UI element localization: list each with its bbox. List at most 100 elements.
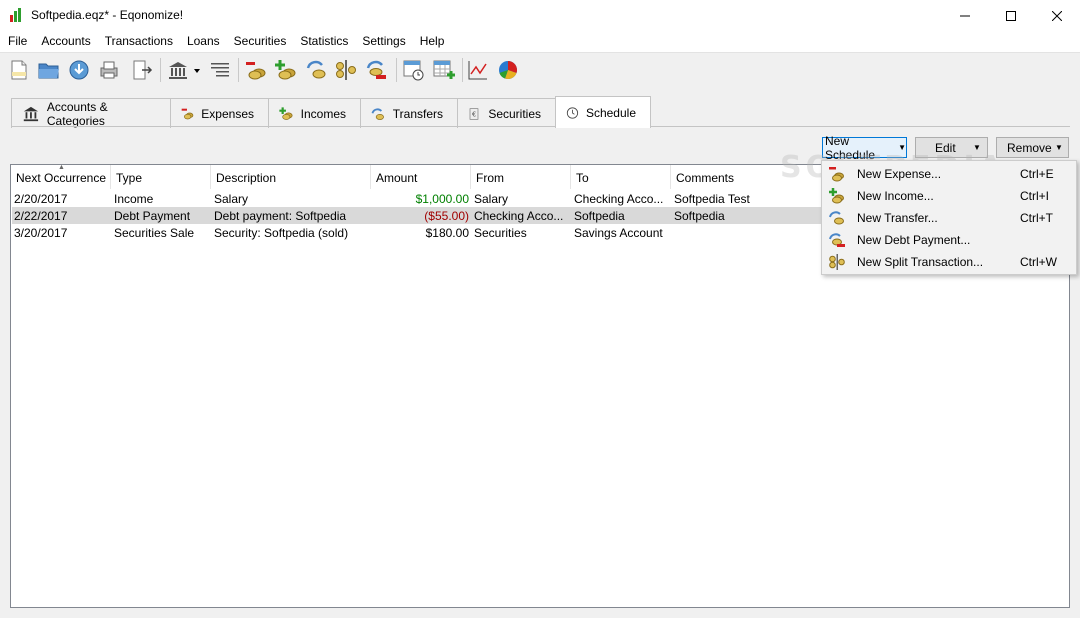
tab-divider xyxy=(11,126,1070,127)
menu-item-shortcut: Ctrl+I xyxy=(1020,189,1050,203)
split-transaction-icon xyxy=(829,254,845,270)
menu-item-new-income[interactable]: New Income... Ctrl+I xyxy=(823,185,1075,207)
bank-icon xyxy=(23,106,39,121)
menu-statistics[interactable]: Statistics xyxy=(294,31,356,52)
income-icon xyxy=(829,188,844,204)
line-chart-icon[interactable] xyxy=(466,58,490,82)
column-header-next-occurrence[interactable]: ▲ Next Occurrence xyxy=(11,164,111,189)
tab-label: Incomes xyxy=(300,106,346,121)
cell-description: Debt payment: Softpedia xyxy=(214,209,347,223)
menu-settings[interactable]: Settings xyxy=(356,31,413,52)
tab-expenses[interactable]: Expenses xyxy=(170,98,269,128)
column-header-description[interactable]: Description xyxy=(211,165,371,189)
close-button[interactable] xyxy=(1034,0,1080,31)
menu-item-new-expense[interactable]: New Expense... Ctrl+E xyxy=(823,163,1075,185)
dropdown-arrow-icon[interactable] xyxy=(191,58,203,82)
cell-to: Checking Acco... xyxy=(574,192,664,206)
cell-description: Salary xyxy=(214,192,249,206)
menu-help[interactable]: Help xyxy=(414,31,453,52)
expense-icon xyxy=(181,108,194,119)
menu-item-new-transfer[interactable]: New Transfer... Ctrl+T xyxy=(823,207,1075,229)
menu-item-label: New Transfer... xyxy=(857,211,938,225)
toolbar xyxy=(0,52,1080,86)
new-file-icon[interactable] xyxy=(7,58,31,82)
menu-bar: File Accounts Transactions Loans Securit… xyxy=(0,31,1080,52)
remove-button[interactable]: Remove ▼ xyxy=(996,137,1069,158)
schedule-calendar-icon[interactable] xyxy=(402,58,426,82)
maximize-icon xyxy=(1006,10,1016,21)
securities-icon: € xyxy=(469,107,479,120)
tab-label: Transfers xyxy=(392,106,443,121)
chevron-down-icon: ▼ xyxy=(1055,143,1063,152)
open-folder-icon[interactable] xyxy=(37,58,61,82)
cell-type: Securities Sale xyxy=(114,226,195,240)
new-schedule-menu: New Expense... Ctrl+E New Income... Ctrl… xyxy=(821,160,1077,275)
minimize-button[interactable] xyxy=(942,0,988,31)
cell-type: Income xyxy=(114,192,154,206)
menu-item-new-debt-payment[interactable]: New Debt Payment... xyxy=(823,229,1075,251)
cell-to: Softpedia xyxy=(574,209,625,223)
pie-chart-icon[interactable] xyxy=(496,58,520,82)
add-table-icon[interactable] xyxy=(432,58,456,82)
print-icon[interactable] xyxy=(97,58,121,82)
cell-amount: ($55.00) xyxy=(424,209,469,223)
cell-date: 2/20/2017 xyxy=(14,192,68,206)
cell-from: Securities xyxy=(474,226,527,240)
column-header-to[interactable]: To xyxy=(571,165,671,189)
cell-amount: $180.00 xyxy=(425,226,469,240)
title-bar: Softpedia.eqz* - Eqonomize! xyxy=(0,0,1080,31)
new-expense-icon[interactable] xyxy=(244,58,268,82)
app-logo-icon xyxy=(10,8,21,22)
column-header-from[interactable]: From xyxy=(471,165,571,189)
close-icon xyxy=(1052,10,1062,21)
menu-loans[interactable]: Loans xyxy=(181,31,228,52)
menu-transactions[interactable]: Transactions xyxy=(99,31,181,52)
toolbar-separator xyxy=(396,58,397,82)
column-header-type[interactable]: Type xyxy=(111,165,211,189)
menu-item-label: New Income... xyxy=(857,189,934,203)
split-transaction-icon[interactable] xyxy=(334,58,358,82)
categories-icon[interactable] xyxy=(208,58,232,82)
transfer-icon xyxy=(829,211,844,225)
tab-label: Expenses xyxy=(201,106,254,121)
tab-transfers[interactable]: Transfers xyxy=(360,98,458,128)
toolbar-separator xyxy=(238,58,239,82)
transfer-icon xyxy=(371,107,384,120)
toolbar-separator xyxy=(160,58,161,82)
tab-securities[interactable]: € Securities xyxy=(457,98,556,128)
remove-label: Remove xyxy=(1007,140,1052,155)
bank-account-icon[interactable] xyxy=(166,58,190,82)
sort-ascending-icon: ▲ xyxy=(58,164,65,171)
cell-comments: Softpedia Test xyxy=(674,192,750,206)
menu-item-new-split-transaction[interactable]: New Split Transaction... Ctrl+W xyxy=(823,251,1075,273)
expense-icon xyxy=(829,167,844,182)
cell-date: 3/20/2017 xyxy=(14,226,68,240)
new-income-icon[interactable] xyxy=(274,58,298,82)
tab-schedule[interactable]: Schedule xyxy=(555,96,651,128)
tab-label: Schedule xyxy=(585,105,636,120)
cell-from: Salary xyxy=(474,192,509,206)
cell-comments: Softpedia xyxy=(674,209,725,223)
column-header-amount[interactable]: Amount xyxy=(371,165,471,189)
menu-securities[interactable]: Securities xyxy=(228,31,295,52)
tab-incomes[interactable]: Incomes xyxy=(268,98,361,128)
cell-type: Debt Payment xyxy=(114,209,191,223)
menu-file[interactable]: File xyxy=(2,31,35,52)
maximize-button[interactable] xyxy=(988,0,1034,31)
cell-from: Checking Acco... xyxy=(474,209,564,223)
minimize-icon xyxy=(960,15,970,16)
tab-accounts-categories[interactable]: Accounts & Categories xyxy=(11,98,171,128)
cell-description: Security: Softpedia (sold) xyxy=(214,226,349,240)
export-icon[interactable] xyxy=(130,58,154,82)
menu-item-label: New Debt Payment... xyxy=(857,233,971,247)
debt-payment-icon xyxy=(829,233,845,247)
save-icon[interactable] xyxy=(67,58,91,82)
tab-label: Securities xyxy=(488,106,541,121)
cell-date: 2/22/2017 xyxy=(14,209,68,223)
debt-payment-icon[interactable] xyxy=(364,58,388,82)
menu-accounts[interactable]: Accounts xyxy=(35,31,98,52)
new-transfer-icon[interactable] xyxy=(304,58,328,82)
menu-item-label: New Expense... xyxy=(857,167,942,181)
svg-text:€: € xyxy=(472,110,476,118)
tab-bar: Accounts & Categories Expenses Incomes T… xyxy=(11,96,651,128)
